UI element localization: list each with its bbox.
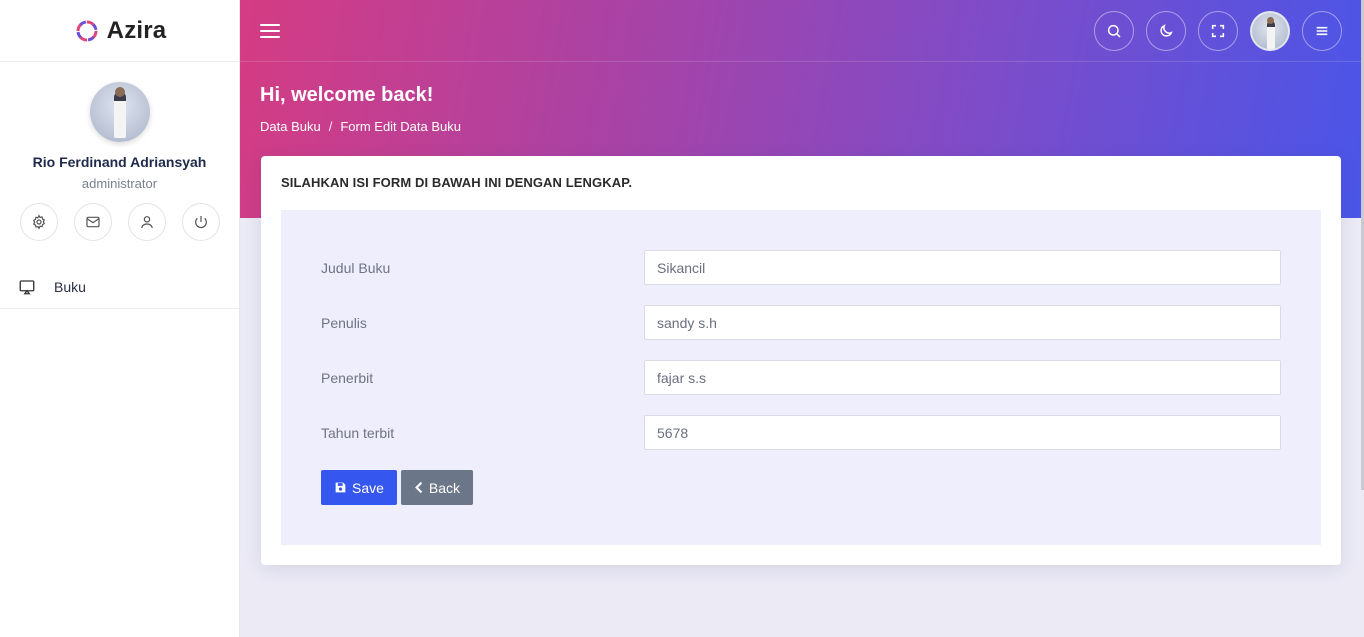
judul-buku-input[interactable] — [644, 250, 1281, 285]
form-row-penulis: Penulis — [321, 305, 1281, 340]
form-row-tahun: Tahun terbit — [321, 415, 1281, 450]
power-icon — [194, 216, 207, 229]
profile-actions — [0, 203, 239, 241]
sidebar-item-buku[interactable]: Buku — [0, 265, 239, 309]
logout-button[interactable] — [181, 203, 220, 241]
breadcrumb-separator: / — [328, 119, 333, 134]
sidebar-item-label: Buku — [54, 278, 86, 295]
save-button-label: Save — [352, 479, 384, 496]
search-icon — [1107, 24, 1121, 38]
brand[interactable]: Azira — [0, 0, 239, 62]
back-button-label: Back — [428, 479, 461, 496]
moon-icon — [1160, 23, 1173, 37]
profile-role: administrator — [81, 176, 158, 191]
field-label-judul-buku: Judul Buku — [321, 259, 391, 276]
tahun-terbit-input[interactable] — [644, 415, 1281, 450]
brand-logo-icon — [76, 20, 98, 41]
search-button[interactable] — [1094, 10, 1134, 51]
sidebar: Azira Rio Ferdinand Adriansyah administr… — [0, 0, 240, 637]
topbar — [240, 0, 1364, 62]
penerbit-input[interactable] — [644, 360, 1281, 395]
card-title: SILAHKAN ISI FORM DI BAWAH INI DENGAN LE… — [281, 175, 633, 190]
brand-name: Azira — [106, 16, 167, 44]
form-area: Judul Buku Penulis Penerbit Tahun terbit… — [281, 210, 1321, 545]
penulis-input[interactable] — [644, 305, 1281, 340]
field-label-tahun-terbit: Tahun terbit — [321, 424, 395, 441]
field-label-penulis: Penulis — [321, 314, 367, 331]
floppy-disk-icon — [335, 482, 346, 493]
breadcrumb-item-data-buku[interactable]: Data Buku — [260, 119, 321, 134]
form-card: SILAHKAN ISI FORM DI BAWAH INI DENGAN LE… — [261, 156, 1341, 565]
back-button[interactable]: Back — [400, 470, 474, 505]
breadcrumb-item-current: Form Edit Data Buku — [340, 119, 461, 134]
monitor-icon — [19, 279, 35, 294]
page-greeting: Hi, welcome back! — [260, 84, 434, 106]
user-icon — [140, 216, 153, 229]
profile-avatar[interactable] — [89, 82, 150, 142]
form-row-penerbit: Penerbit — [321, 360, 1281, 395]
fullscreen-icon — [1211, 24, 1225, 37]
top-actions — [1094, 10, 1342, 51]
save-button[interactable]: Save — [321, 470, 397, 505]
form-actions: Save Back — [321, 470, 474, 505]
form-row-judul: Judul Buku — [321, 250, 1281, 285]
field-label-penerbit: Penerbit — [321, 369, 374, 386]
user-button[interactable] — [127, 203, 166, 241]
menu-toggle-icon[interactable] — [260, 23, 280, 38]
user-avatar[interactable] — [1250, 10, 1290, 51]
breadcrumb: Data Buku / Form Edit Data Buku — [260, 119, 1364, 134]
dark-mode-button[interactable] — [1146, 10, 1186, 51]
profile-name: Rio Ferdinand Adriansyah — [32, 154, 207, 170]
gear-icon — [32, 214, 45, 230]
profile-panel: Rio Ferdinand Adriansyah administrator — [0, 62, 239, 241]
hamburger-icon — [1316, 26, 1328, 35]
mail-icon — [85, 216, 100, 228]
settings-button[interactable] — [19, 203, 58, 241]
chevron-left-icon — [414, 481, 423, 494]
fullscreen-button[interactable] — [1198, 10, 1238, 51]
options-button[interactable] — [1302, 10, 1342, 51]
mail-button[interactable] — [73, 203, 112, 241]
